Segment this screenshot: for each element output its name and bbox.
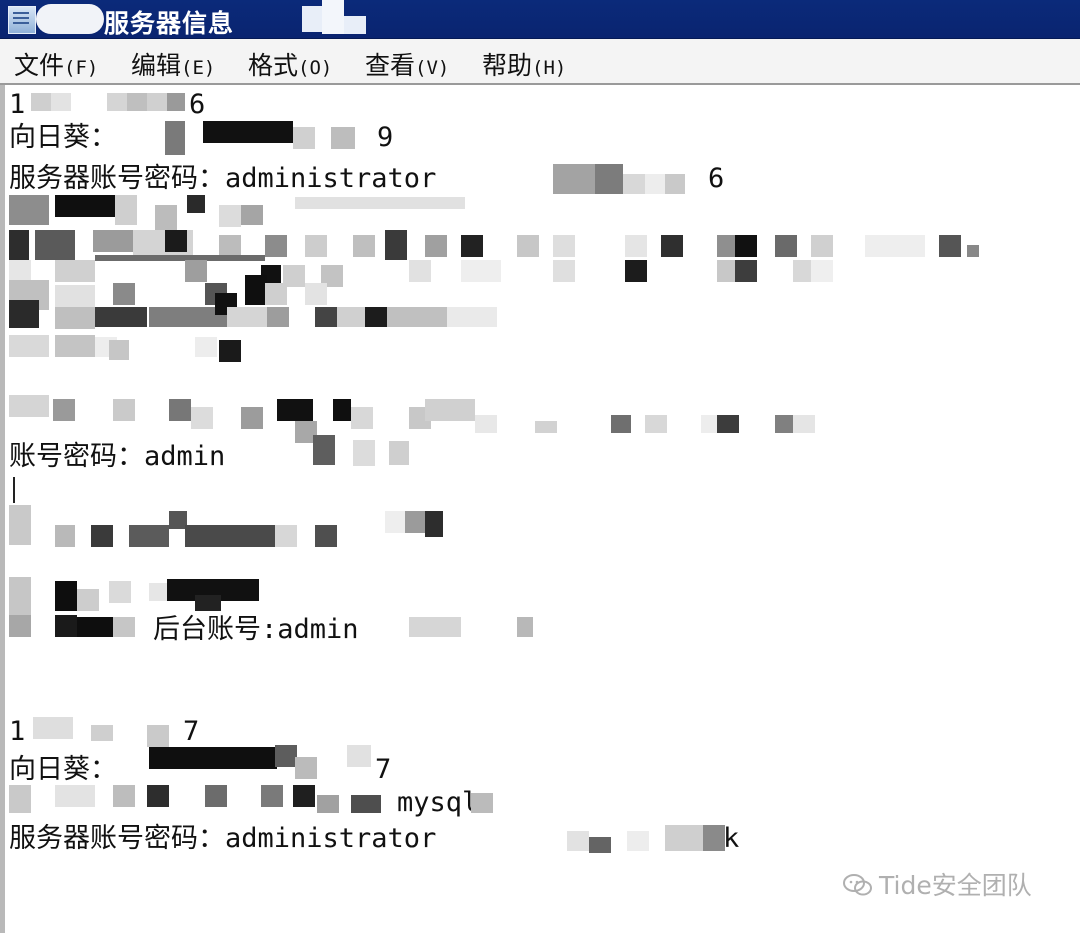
window-title: 服务器信息 — [104, 9, 235, 38]
redaction-block-bottom — [9, 717, 725, 853]
title-redaction — [36, 4, 104, 34]
title-redaction-block — [344, 16, 366, 34]
notepad-icon — [8, 6, 36, 34]
redaction-block-row2 — [165, 121, 355, 155]
redaction-block-row3 — [553, 164, 685, 194]
redaction-block-lower — [9, 505, 533, 637]
menu-edit[interactable]: 编辑(E) — [131, 46, 215, 82]
text-editor[interactable]: 1 6 向日葵： 9 服务器账号密码：administrator 6 账号密码：… — [0, 85, 1080, 933]
redaction-block-row1 — [31, 93, 185, 111]
wechat-icon — [843, 874, 872, 896]
redaction-block-row-mid — [9, 395, 815, 466]
menu-view[interactable]: 查看(V) — [365, 46, 449, 82]
redaction-mosaic-large — [9, 195, 979, 362]
menu-bar: 文件(F) 编辑(E) 格式(O) 查看(V) 帮助(H) — [0, 39, 1080, 85]
title-bar: 服务器信息 — [0, 0, 1080, 39]
watermark-text: Tide安全团队 — [879, 871, 1032, 900]
watermark: Tide安全团队 — [843, 866, 1032, 902]
menu-format[interactable]: 格式(O) — [248, 46, 332, 82]
menu-help[interactable]: 帮助(H) — [482, 46, 566, 82]
title-redaction-block — [302, 6, 322, 32]
title-redaction-block — [322, 0, 344, 34]
menu-file[interactable]: 文件(F) — [14, 46, 98, 82]
redaction-mosaic — [9, 93, 979, 853]
